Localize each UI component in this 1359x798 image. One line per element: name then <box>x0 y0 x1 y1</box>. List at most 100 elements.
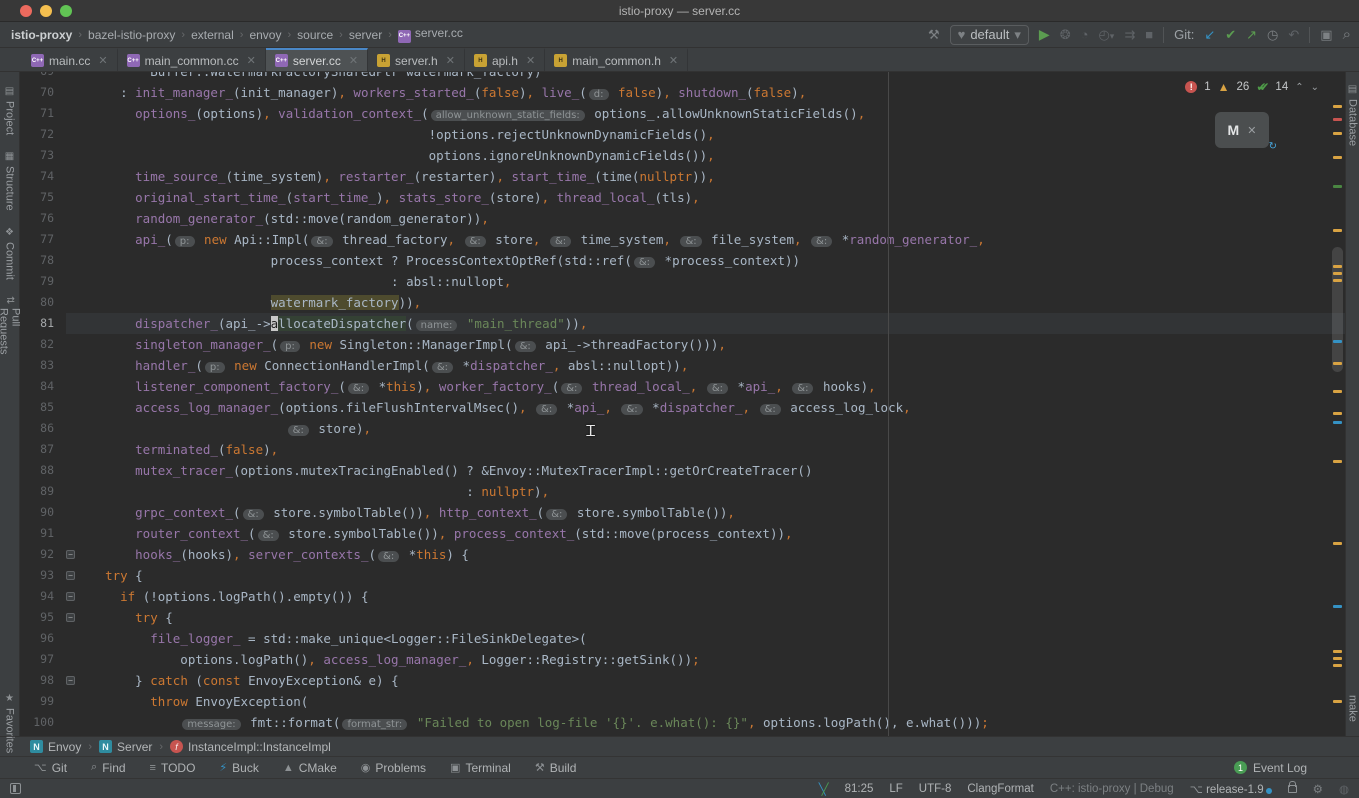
editor[interactable]: 69 Buffer::WatermarkFactorySharedPtr wat… <box>20 72 1345 736</box>
stripe-mark[interactable] <box>1333 421 1342 424</box>
code-text[interactable]: terminated_(false), <box>90 439 1345 460</box>
floating-widget[interactable]: M ↻ ✕ <box>1215 112 1269 148</box>
event-log-button[interactable]: 1Event Log <box>1234 761 1307 775</box>
code-line[interactable]: 83 handler_(p: new ConnectionHandlerImpl… <box>20 355 1345 376</box>
tool-window-button-buck[interactable]: ⚡Buck <box>219 761 258 775</box>
next-problem-icon[interactable]: ⌄ <box>1311 82 1319 93</box>
coverage-icon[interactable]: ◔ <box>1081 27 1089 42</box>
code-text[interactable]: file_logger_ = std::make_unique<Logger::… <box>90 628 1345 649</box>
tool-window-button-git[interactable]: ⌥Git <box>34 761 67 775</box>
stripe-mark[interactable] <box>1333 272 1342 275</box>
code-line[interactable]: 82 singleton_manager_(p: new Singleton::… <box>20 334 1345 355</box>
code-line[interactable]: 85 access_log_manager_(options.fileFlush… <box>20 397 1345 418</box>
line-number[interactable]: 88 <box>20 460 66 481</box>
hammer-icon[interactable]: ⚒ <box>928 27 940 43</box>
stripe-mark[interactable] <box>1333 542 1342 545</box>
line-number[interactable]: 78 <box>20 250 66 271</box>
code-line[interactable]: 87 terminated_(false), <box>20 439 1345 460</box>
code-line[interactable]: 74 time_source_(time_system), restarter_… <box>20 166 1345 187</box>
breadcrumb-item[interactable]: fInstanceImpl::InstanceImpl <box>170 740 331 754</box>
breadcrumb-item[interactable]: C++server.cc <box>395 26 466 43</box>
code-text[interactable]: &: store), <box>90 418 1345 439</box>
tool-stripe-commit[interactable]: ❖Commit <box>4 227 16 280</box>
tool-stripe-pull-requests[interactable]: ⇅Pull Requests <box>0 296 22 355</box>
code-text[interactable]: api_(p: new Api::Impl(&: thread_factory,… <box>90 229 1345 250</box>
line-number[interactable]: 98 <box>20 670 66 691</box>
line-number[interactable]: 79 <box>20 271 66 292</box>
code-line[interactable]: 98− } catch (const EnvoyException& e) { <box>20 670 1345 691</box>
tool-window-button-cmake[interactable]: ▲CMake <box>283 761 337 775</box>
line-number[interactable]: 89 <box>20 481 66 502</box>
code-text[interactable]: options_(options), validation_context_(a… <box>90 103 1345 124</box>
stripe-mark[interactable] <box>1333 664 1342 667</box>
close-icon[interactable]: ✕ <box>526 54 535 67</box>
stripe-mark[interactable] <box>1333 105 1342 108</box>
code-text[interactable]: options.logPath(), access_log_manager_, … <box>90 649 1345 670</box>
stripe-mark[interactable] <box>1333 390 1342 393</box>
stripe-mark[interactable] <box>1333 118 1342 121</box>
code-line[interactable]: 86 &: store), <box>20 418 1345 439</box>
code-line[interactable]: 91 router_context_(&: store.symbolTable(… <box>20 523 1345 544</box>
tab-main_common.cc[interactable]: C++main_common.cc✕ <box>118 48 266 71</box>
git-push-icon[interactable]: ↗ <box>1246 27 1257 43</box>
breadcrumb-item[interactable]: source <box>294 28 336 42</box>
line-number[interactable]: 94 <box>20 586 66 607</box>
tool-stripe-structure[interactable]: ▦Structure <box>4 151 16 211</box>
stripe-mark[interactable] <box>1333 265 1342 268</box>
breadcrumb-item[interactable]: bazel-istio-proxy <box>85 28 178 42</box>
tool-window-icon[interactable]: ▣ <box>1320 27 1332 43</box>
code-text[interactable]: process_context ? ProcessContextOptRef(s… <box>90 250 1345 271</box>
code-line[interactable]: 100 message: fmt::format(format_str: "Fa… <box>20 712 1345 733</box>
code-line[interactable]: 88 mutex_tracer_(options.mutexTracingEna… <box>20 460 1345 481</box>
line-number[interactable]: 100 <box>20 712 66 733</box>
stripe-mark[interactable] <box>1333 185 1342 188</box>
stripe-mark[interactable] <box>1333 657 1342 660</box>
inspections-status-icon[interactable]: ╲╱ <box>819 782 829 796</box>
close-icon[interactable]: ✕ <box>98 54 107 67</box>
line-number[interactable]: 74 <box>20 166 66 187</box>
code-text[interactable]: : absl::nullopt, <box>90 271 1345 292</box>
code-text[interactable]: } catch (const EnvoyException& e) { <box>90 670 1345 691</box>
line-number[interactable]: 99 <box>20 691 66 712</box>
tool-window-button-find[interactable]: ⌕Find <box>91 761 126 775</box>
code-text[interactable]: try { <box>90 565 1345 586</box>
breadcrumb-item[interactable]: istio-proxy <box>8 28 75 42</box>
attach-icon[interactable]: ⇉ <box>1124 27 1135 43</box>
code-line[interactable]: 96 file_logger_ = std::make_unique<Logge… <box>20 628 1345 649</box>
code-line[interactable]: 77 api_(p: new Api::Impl(&: thread_facto… <box>20 229 1345 250</box>
profiler-icon[interactable]: ◴▾ <box>1098 27 1114 43</box>
code-text[interactable]: watermark_factory)), <box>90 292 1345 313</box>
stripe-mark[interactable] <box>1333 156 1342 159</box>
code-text[interactable]: options.ignoreUnknownDynamicFields()), <box>90 145 1345 166</box>
inspection-summary[interactable]: ! 1 ▲ 26 ✔✔ 14 ⌃ ⌄ <box>1185 80 1319 94</box>
breadcrumb-item[interactable]: NEnvoy <box>30 740 81 754</box>
lock-icon[interactable] <box>1288 785 1297 793</box>
code-text[interactable]: if (!options.logPath().empty()) { <box>90 586 1345 607</box>
fold-icon[interactable]: − <box>66 676 75 685</box>
line-number[interactable]: 93 <box>20 565 66 586</box>
close-icon[interactable]: ✕ <box>349 54 358 67</box>
code-line[interactable]: 70 : init_manager_(init_manager), worker… <box>20 82 1345 103</box>
stripe-mark[interactable] <box>1333 340 1342 343</box>
code-text[interactable]: try { <box>90 607 1345 628</box>
fold-icon[interactable]: − <box>66 571 75 580</box>
fold-icon[interactable]: − <box>66 550 75 559</box>
tab-api.h[interactable]: Hapi.h✕ <box>465 48 545 71</box>
tool-stripe-make[interactable]: make <box>1347 695 1359 722</box>
prev-problem-icon[interactable]: ⌃ <box>1295 82 1303 93</box>
line-number[interactable]: 83 <box>20 355 66 376</box>
run-icon[interactable]: ▶ <box>1039 26 1050 43</box>
stripe-mark[interactable] <box>1333 362 1342 365</box>
breadcrumb-item[interactable]: NServer <box>99 740 152 754</box>
code-line[interactable]: 99 throw EnvoyException( <box>20 691 1345 712</box>
code-text[interactable]: Buffer::WatermarkFactorySharedPtr waterm… <box>90 72 1345 82</box>
code-line[interactable]: 79 : absl::nullopt, <box>20 271 1345 292</box>
line-number[interactable]: 85 <box>20 397 66 418</box>
fold-icon[interactable]: − <box>66 613 75 622</box>
code-text[interactable]: : nullptr), <box>90 481 1345 502</box>
search-everywhere-icon[interactable]: ⌕ <box>1343 26 1351 43</box>
line-number[interactable]: 97 <box>20 649 66 670</box>
resolve-context[interactable]: C++: istio-proxy | Debug <box>1050 783 1174 795</box>
stripe-mark[interactable] <box>1333 229 1342 232</box>
stripe-mark[interactable] <box>1333 132 1342 135</box>
